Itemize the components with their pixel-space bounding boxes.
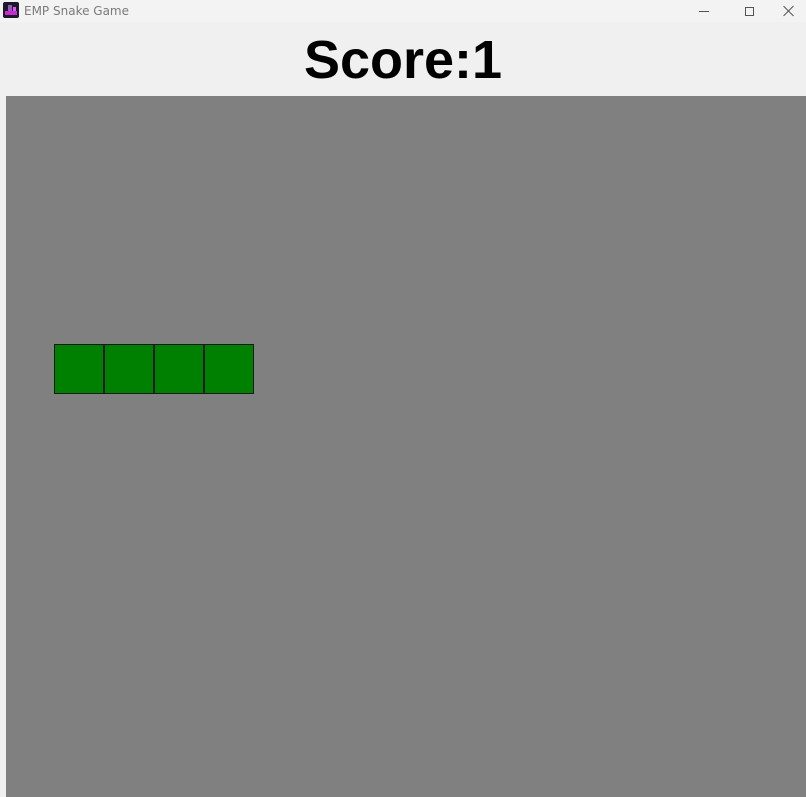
- app-icon: [3, 2, 19, 18]
- snake-segment: [154, 344, 204, 394]
- maximize-icon: [744, 6, 754, 16]
- minimize-icon: [699, 10, 709, 12]
- snake-segment: [104, 344, 154, 394]
- score-label: Score:1: [303, 30, 503, 90]
- title-bar[interactable]: EMP Snake Game: [0, 0, 806, 22]
- snake-segment: [54, 344, 104, 394]
- close-button[interactable]: [772, 0, 806, 22]
- game-board[interactable]: [6, 96, 806, 797]
- minimize-button[interactable]: [682, 0, 726, 22]
- score-header: Score:1: [0, 22, 806, 96]
- window-title: EMP Snake Game: [24, 4, 130, 18]
- maximize-button[interactable]: [727, 0, 771, 22]
- close-icon: [783, 5, 795, 17]
- game-window: EMP Snake Game Score:1: [0, 0, 806, 797]
- snake-head: [204, 344, 254, 394]
